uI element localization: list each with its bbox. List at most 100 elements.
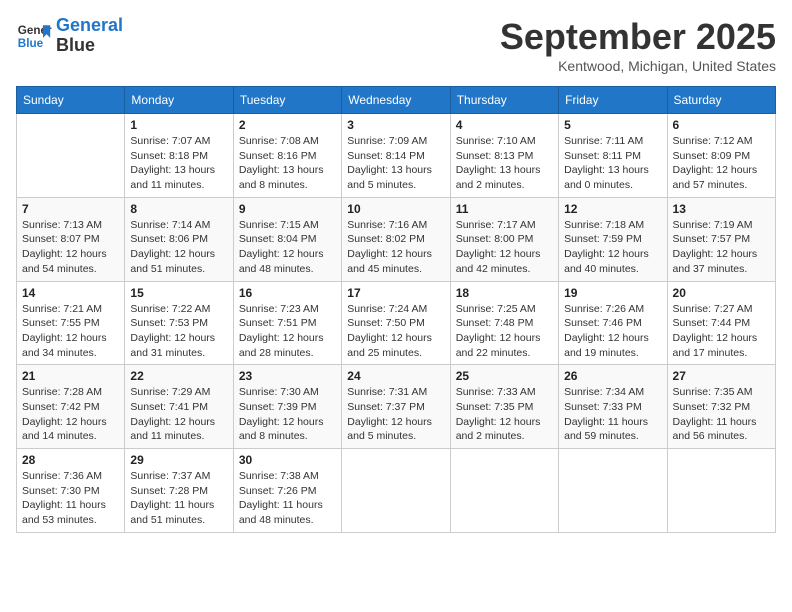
day-number: 16 [239, 286, 336, 300]
day-header-friday: Friday [559, 87, 667, 114]
day-number: 29 [130, 453, 227, 467]
location: Kentwood, Michigan, United States [500, 58, 776, 74]
day-number: 18 [456, 286, 553, 300]
calendar-cell: 26 Sunrise: 7:34 AMSunset: 7:33 PMDaylig… [559, 365, 667, 449]
day-info: Sunrise: 7:12 AMSunset: 8:09 PMDaylight:… [673, 134, 770, 193]
calendar-cell: 14 Sunrise: 7:21 AMSunset: 7:55 PMDaylig… [17, 281, 125, 365]
day-number: 7 [22, 202, 119, 216]
calendar-cell: 7 Sunrise: 7:13 AMSunset: 8:07 PMDayligh… [17, 197, 125, 281]
day-info: Sunrise: 7:16 AMSunset: 8:02 PMDaylight:… [347, 218, 444, 277]
day-header-wednesday: Wednesday [342, 87, 450, 114]
day-number: 11 [456, 202, 553, 216]
day-header-saturday: Saturday [667, 87, 775, 114]
day-info: Sunrise: 7:27 AMSunset: 7:44 PMDaylight:… [673, 302, 770, 361]
calendar-week-1: 1 Sunrise: 7:07 AMSunset: 8:18 PMDayligh… [17, 114, 776, 198]
day-number: 8 [130, 202, 227, 216]
calendar-cell: 3 Sunrise: 7:09 AMSunset: 8:14 PMDayligh… [342, 114, 450, 198]
day-info: Sunrise: 7:10 AMSunset: 8:13 PMDaylight:… [456, 134, 553, 193]
month-title: September 2025 [500, 16, 776, 58]
day-number: 13 [673, 202, 770, 216]
calendar-cell: 18 Sunrise: 7:25 AMSunset: 7:48 PMDaylig… [450, 281, 558, 365]
day-info: Sunrise: 7:15 AMSunset: 8:04 PMDaylight:… [239, 218, 336, 277]
day-info: Sunrise: 7:18 AMSunset: 7:59 PMDaylight:… [564, 218, 661, 277]
logo-text: GeneralBlue [56, 16, 123, 56]
calendar-cell: 9 Sunrise: 7:15 AMSunset: 8:04 PMDayligh… [233, 197, 341, 281]
day-info: Sunrise: 7:25 AMSunset: 7:48 PMDaylight:… [456, 302, 553, 361]
day-number: 10 [347, 202, 444, 216]
calendar-cell: 16 Sunrise: 7:23 AMSunset: 7:51 PMDaylig… [233, 281, 341, 365]
day-number: 12 [564, 202, 661, 216]
calendar-cell: 27 Sunrise: 7:35 AMSunset: 7:32 PMDaylig… [667, 365, 775, 449]
calendar-cell: 25 Sunrise: 7:33 AMSunset: 7:35 PMDaylig… [450, 365, 558, 449]
day-info: Sunrise: 7:09 AMSunset: 8:14 PMDaylight:… [347, 134, 444, 193]
day-number: 26 [564, 369, 661, 383]
calendar-cell: 11 Sunrise: 7:17 AMSunset: 8:00 PMDaylig… [450, 197, 558, 281]
calendar-cell: 5 Sunrise: 7:11 AMSunset: 8:11 PMDayligh… [559, 114, 667, 198]
day-info: Sunrise: 7:26 AMSunset: 7:46 PMDaylight:… [564, 302, 661, 361]
day-number: 27 [673, 369, 770, 383]
logo-icon: General Blue [16, 18, 52, 54]
day-number: 14 [22, 286, 119, 300]
day-number: 4 [456, 118, 553, 132]
calendar-cell [559, 449, 667, 533]
day-info: Sunrise: 7:30 AMSunset: 7:39 PMDaylight:… [239, 385, 336, 444]
calendar-cell: 23 Sunrise: 7:30 AMSunset: 7:39 PMDaylig… [233, 365, 341, 449]
day-info: Sunrise: 7:35 AMSunset: 7:32 PMDaylight:… [673, 385, 770, 444]
calendar-cell: 12 Sunrise: 7:18 AMSunset: 7:59 PMDaylig… [559, 197, 667, 281]
day-info: Sunrise: 7:37 AMSunset: 7:28 PMDaylight:… [130, 469, 227, 528]
day-info: Sunrise: 7:14 AMSunset: 8:06 PMDaylight:… [130, 218, 227, 277]
day-number: 28 [22, 453, 119, 467]
day-info: Sunrise: 7:11 AMSunset: 8:11 PMDaylight:… [564, 134, 661, 193]
day-header-thursday: Thursday [450, 87, 558, 114]
svg-text:Blue: Blue [18, 37, 44, 50]
calendar-header-row: SundayMondayTuesdayWednesdayThursdayFrid… [17, 87, 776, 114]
calendar-cell: 17 Sunrise: 7:24 AMSunset: 7:50 PMDaylig… [342, 281, 450, 365]
day-info: Sunrise: 7:34 AMSunset: 7:33 PMDaylight:… [564, 385, 661, 444]
day-info: Sunrise: 7:22 AMSunset: 7:53 PMDaylight:… [130, 302, 227, 361]
day-info: Sunrise: 7:08 AMSunset: 8:16 PMDaylight:… [239, 134, 336, 193]
calendar-table: SundayMondayTuesdayWednesdayThursdayFrid… [16, 86, 776, 533]
calendar-cell [450, 449, 558, 533]
day-number: 1 [130, 118, 227, 132]
logo: General Blue GeneralBlue [16, 16, 123, 56]
day-info: Sunrise: 7:17 AMSunset: 8:00 PMDaylight:… [456, 218, 553, 277]
day-header-monday: Monday [125, 87, 233, 114]
day-number: 24 [347, 369, 444, 383]
day-info: Sunrise: 7:31 AMSunset: 7:37 PMDaylight:… [347, 385, 444, 444]
day-number: 6 [673, 118, 770, 132]
calendar-week-2: 7 Sunrise: 7:13 AMSunset: 8:07 PMDayligh… [17, 197, 776, 281]
day-number: 23 [239, 369, 336, 383]
day-info: Sunrise: 7:38 AMSunset: 7:26 PMDaylight:… [239, 469, 336, 528]
day-number: 3 [347, 118, 444, 132]
day-number: 15 [130, 286, 227, 300]
calendar-cell [342, 449, 450, 533]
day-header-tuesday: Tuesday [233, 87, 341, 114]
day-number: 5 [564, 118, 661, 132]
page-header: General Blue GeneralBlue September 2025 … [16, 16, 776, 74]
calendar-cell [667, 449, 775, 533]
calendar-cell: 8 Sunrise: 7:14 AMSunset: 8:06 PMDayligh… [125, 197, 233, 281]
calendar-cell: 29 Sunrise: 7:37 AMSunset: 7:28 PMDaylig… [125, 449, 233, 533]
day-info: Sunrise: 7:07 AMSunset: 8:18 PMDaylight:… [130, 134, 227, 193]
calendar-week-5: 28 Sunrise: 7:36 AMSunset: 7:30 PMDaylig… [17, 449, 776, 533]
day-info: Sunrise: 7:24 AMSunset: 7:50 PMDaylight:… [347, 302, 444, 361]
day-number: 20 [673, 286, 770, 300]
day-number: 21 [22, 369, 119, 383]
day-header-sunday: Sunday [17, 87, 125, 114]
day-info: Sunrise: 7:21 AMSunset: 7:55 PMDaylight:… [22, 302, 119, 361]
calendar-cell: 22 Sunrise: 7:29 AMSunset: 7:41 PMDaylig… [125, 365, 233, 449]
day-info: Sunrise: 7:19 AMSunset: 7:57 PMDaylight:… [673, 218, 770, 277]
calendar-cell: 4 Sunrise: 7:10 AMSunset: 8:13 PMDayligh… [450, 114, 558, 198]
day-info: Sunrise: 7:28 AMSunset: 7:42 PMDaylight:… [22, 385, 119, 444]
calendar-cell: 6 Sunrise: 7:12 AMSunset: 8:09 PMDayligh… [667, 114, 775, 198]
calendar-cell: 15 Sunrise: 7:22 AMSunset: 7:53 PMDaylig… [125, 281, 233, 365]
day-info: Sunrise: 7:13 AMSunset: 8:07 PMDaylight:… [22, 218, 119, 277]
day-number: 9 [239, 202, 336, 216]
calendar-cell: 2 Sunrise: 7:08 AMSunset: 8:16 PMDayligh… [233, 114, 341, 198]
calendar-cell: 1 Sunrise: 7:07 AMSunset: 8:18 PMDayligh… [125, 114, 233, 198]
day-info: Sunrise: 7:36 AMSunset: 7:30 PMDaylight:… [22, 469, 119, 528]
day-info: Sunrise: 7:33 AMSunset: 7:35 PMDaylight:… [456, 385, 553, 444]
day-number: 2 [239, 118, 336, 132]
calendar-cell: 20 Sunrise: 7:27 AMSunset: 7:44 PMDaylig… [667, 281, 775, 365]
day-number: 30 [239, 453, 336, 467]
